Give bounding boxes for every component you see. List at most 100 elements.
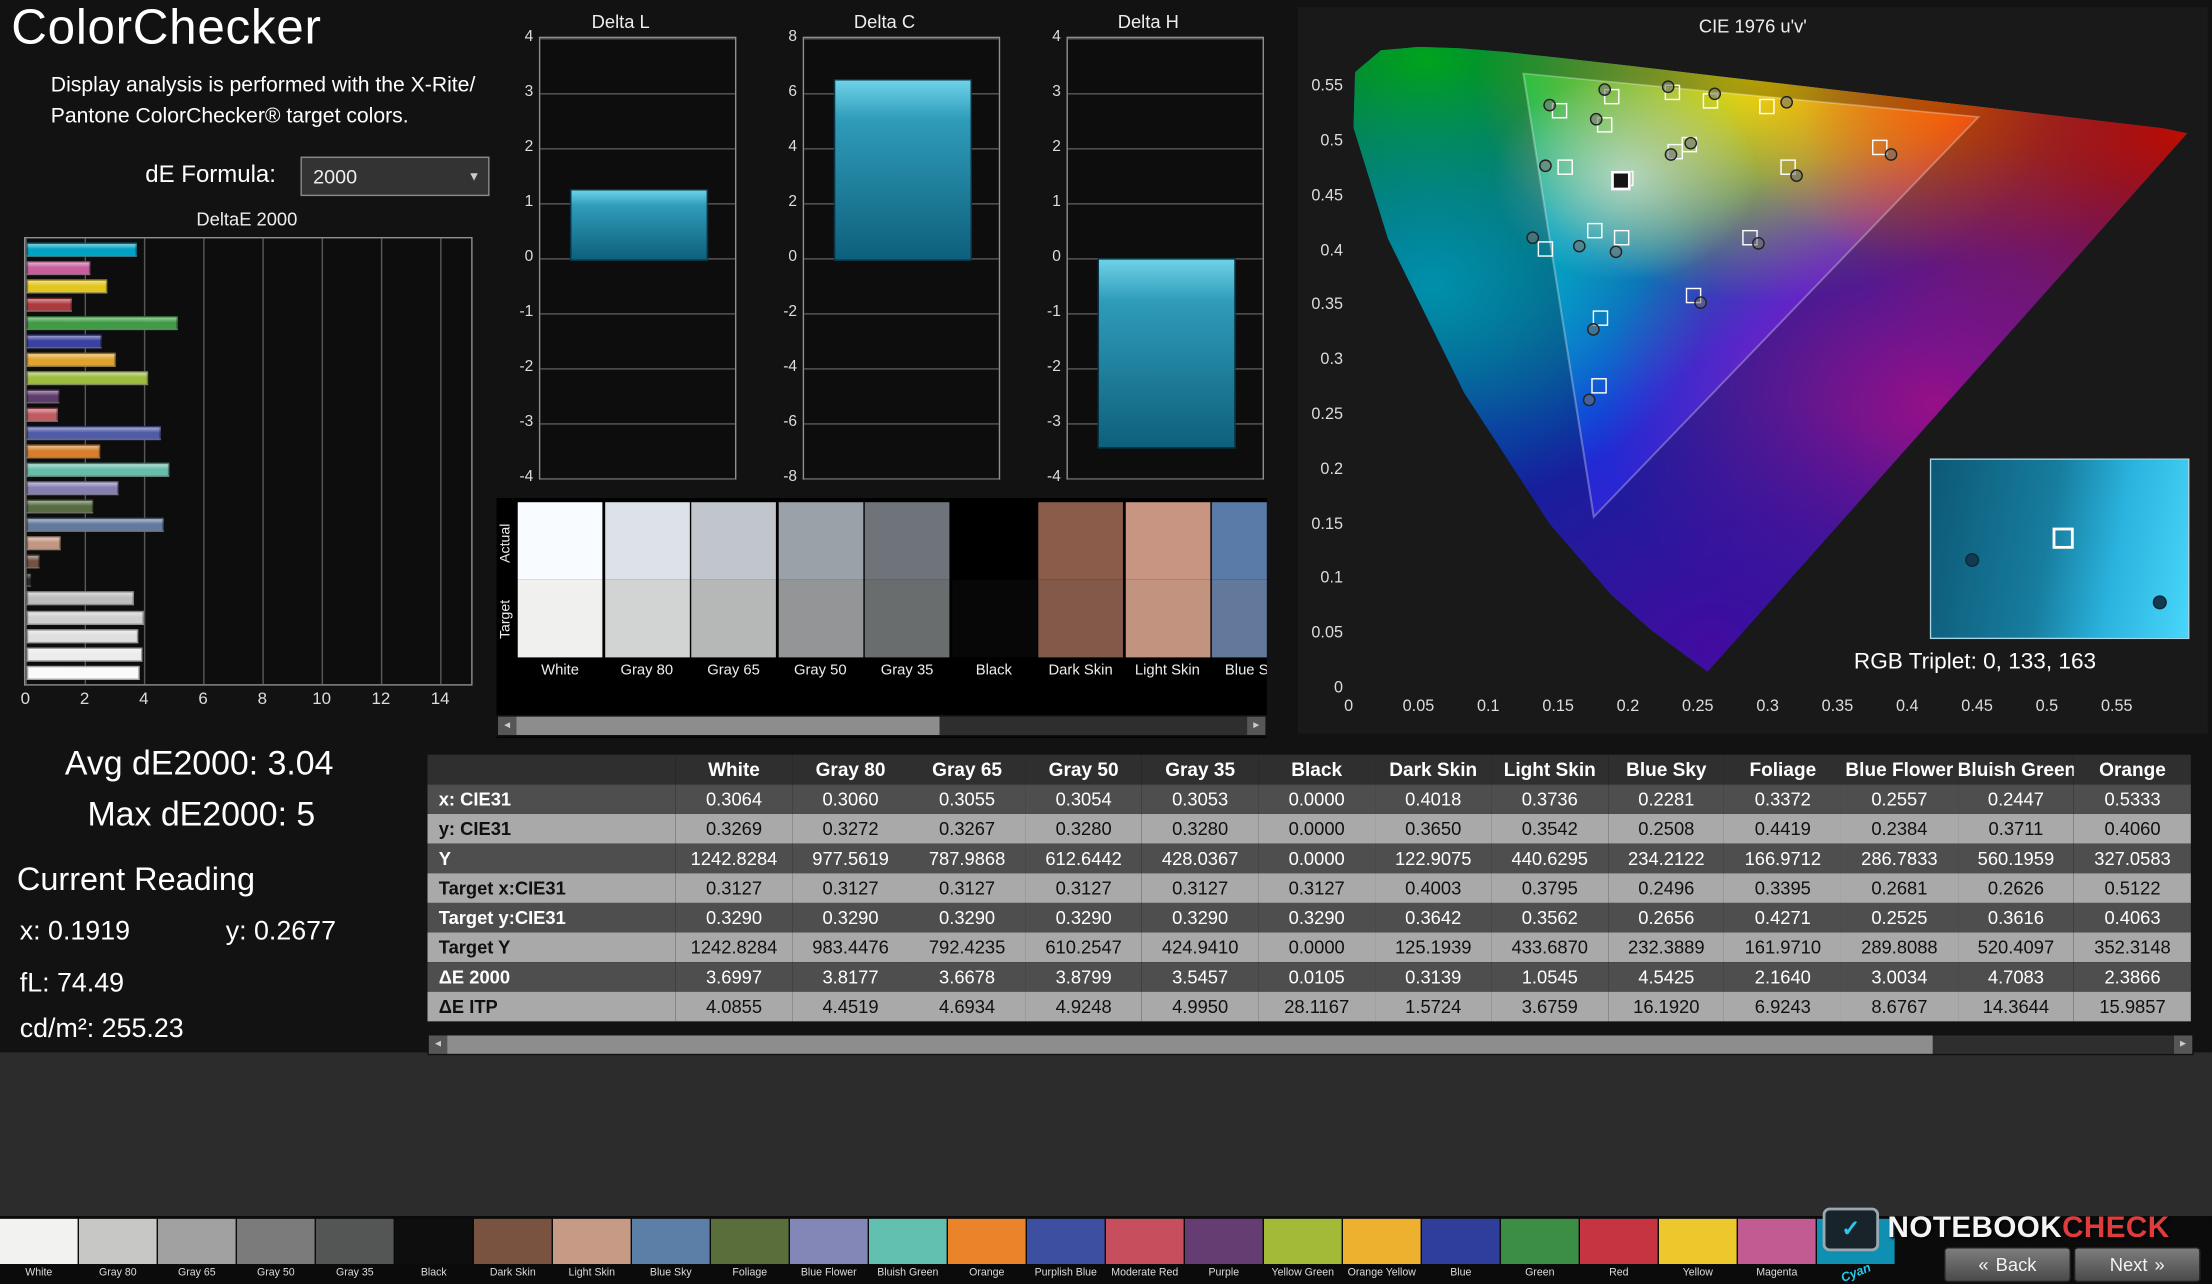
table-cell: 327.0583 bbox=[2094, 847, 2171, 869]
table-cell: 0.3290 bbox=[705, 907, 763, 929]
patch-label: Blue Flower bbox=[800, 1265, 857, 1279]
patch-white: White bbox=[0, 1218, 78, 1279]
table-cell: 0.3616 bbox=[1987, 907, 2044, 929]
patch-purple: Purple bbox=[1184, 1218, 1263, 1279]
de-formula-value: 2000 bbox=[313, 165, 358, 188]
table-cell: 122.9075 bbox=[1394, 847, 1472, 869]
x-axis-tick-label: 0.5 bbox=[2035, 698, 2059, 716]
target-marker bbox=[1759, 98, 1775, 115]
table-cell: 8.6767 bbox=[1871, 995, 1928, 1018]
patch-label: Purplish Blue bbox=[1034, 1265, 1097, 1279]
selected-target-marker bbox=[1611, 170, 1632, 191]
swatch-actual-color bbox=[1211, 502, 1267, 580]
table-cell: 0.0105 bbox=[1288, 966, 1345, 988]
inset-measurement-marker bbox=[2152, 594, 2167, 610]
gridline bbox=[540, 423, 735, 425]
deltac-bar bbox=[833, 79, 973, 261]
target-marker bbox=[1586, 222, 1603, 239]
table-cell: 0.3280 bbox=[1055, 818, 1112, 840]
table-row: Target x:CIE31 0.3127 0.3127 0.3127 0.3127 0.… bbox=[427, 873, 2191, 903]
table-cell: 440.6295 bbox=[1511, 847, 1589, 869]
next-button[interactable]: Next » bbox=[2073, 1247, 2201, 1283]
table-cell: 0.2281 bbox=[1638, 788, 1695, 810]
table-row: y: CIE31 0.3269 0.3272 0.3267 0.3280 0.3280 0.… bbox=[427, 813, 2191, 844]
table-cell: 787.9868 bbox=[928, 847, 1006, 869]
patch-purplish-blue: Purplish Blue bbox=[1026, 1218, 1105, 1279]
table-cell: 0.4419 bbox=[1754, 818, 1811, 840]
patch-label: Yellow bbox=[1682, 1265, 1713, 1279]
scrollbar-track[interactable] bbox=[447, 1035, 2174, 1054]
row-header: y: CIE31 bbox=[438, 818, 512, 840]
table-cell: 0.3290 bbox=[1055, 907, 1112, 929]
y-axis-tick-label: -1 bbox=[519, 303, 534, 321]
deltal-bar bbox=[569, 189, 709, 261]
y-axis-tick-label: 4 bbox=[788, 138, 798, 156]
scrollbar-thumb[interactable] bbox=[447, 1035, 1933, 1054]
deltae-bar-yellow-green bbox=[26, 370, 149, 385]
scrollbar-thumb[interactable] bbox=[516, 716, 941, 735]
table-cell: 0.3127 bbox=[1172, 877, 1229, 899]
table-cell: 1.0545 bbox=[1521, 966, 1578, 988]
de-formula-dropdown[interactable]: 2000 ▼ bbox=[300, 156, 490, 197]
swatch-dark-skin: Dark Skin bbox=[1038, 502, 1123, 679]
y-axis-tick-label: 0 bbox=[1333, 679, 1343, 697]
swatch-light-skin: Light Skin bbox=[1125, 502, 1210, 679]
cie-diagram-panel: CIE 1976 u'v' RGB Triplet: 0, 133, 163 0… bbox=[1297, 7, 2208, 734]
table-cell: 0.3642 bbox=[1405, 907, 1462, 929]
patch-color bbox=[157, 1218, 236, 1264]
measurement-marker bbox=[1663, 147, 1677, 161]
x-axis-tick-label: 0.2 bbox=[1616, 698, 1640, 716]
table-cell: 166.9712 bbox=[1744, 847, 1822, 869]
patch-blue-sky: Blue Sky bbox=[631, 1218, 710, 1278]
swatch-black: Black bbox=[951, 502, 1037, 679]
patch-orange-yellow: Orange Yellow bbox=[1342, 1218, 1421, 1278]
patch-color bbox=[1658, 1218, 1737, 1264]
patch-color bbox=[0, 1218, 78, 1264]
table-cell: 3.6759 bbox=[1521, 995, 1578, 1018]
patch-label: White bbox=[25, 1265, 53, 1279]
deltae-bar-blue-sky bbox=[26, 518, 165, 533]
x-axis-tick-label: 8 bbox=[257, 688, 268, 709]
patch-label: Orange bbox=[969, 1265, 1005, 1279]
rgb-triplet-readout: RGB Triplet: 0, 133, 163 bbox=[1853, 650, 2097, 675]
table-cell: 0.3127 bbox=[705, 877, 763, 899]
table-cell: 0.3127 bbox=[939, 877, 996, 899]
y-axis-tick-label: 0.1 bbox=[1320, 570, 1343, 588]
table-cell: 0.2496 bbox=[1638, 877, 1695, 899]
scroll-right-icon[interactable]: ► bbox=[2173, 1035, 2193, 1054]
table-cell: 0.2557 bbox=[1871, 788, 1928, 810]
table-cell: 0.3290 bbox=[1172, 907, 1229, 929]
y-axis-tick-label: 3 bbox=[1052, 83, 1061, 101]
table-cell: 0.3055 bbox=[939, 788, 996, 810]
y-axis-tick-label: -4 bbox=[1047, 468, 1061, 486]
target-marker bbox=[1537, 241, 1553, 258]
swatch-strip-scrollbar[interactable]: ◄ ► bbox=[496, 715, 1267, 737]
y-axis-tick-label: -8 bbox=[783, 468, 798, 486]
deltae-bar-gray-80 bbox=[26, 646, 143, 662]
patch-color bbox=[1026, 1218, 1105, 1264]
scroll-left-icon[interactable]: ◄ bbox=[497, 716, 517, 735]
scroll-left-icon[interactable]: ◄ bbox=[428, 1035, 448, 1054]
dropdown-arrow-icon[interactable]: ▼ bbox=[460, 169, 488, 183]
table-cell: 0.3542 bbox=[1521, 818, 1578, 840]
delta-l-chart: Delta L 4 3 2 1 0 -1 -2 -3 -4 bbox=[502, 8, 739, 499]
patch-color bbox=[710, 1218, 789, 1264]
scroll-right-icon[interactable]: ► bbox=[1247, 716, 1266, 735]
swatch-gray-35: Gray 35 bbox=[864, 502, 950, 679]
table-scrollbar[interactable]: ◄ ► bbox=[427, 1034, 2194, 1056]
table-cell: 6.9243 bbox=[1754, 995, 1811, 1018]
swatch-actual-color bbox=[1125, 502, 1210, 580]
gridline bbox=[1067, 38, 1263, 40]
current-y-readout: y: 0.2677 bbox=[225, 916, 336, 947]
table-cell: 0.3139 bbox=[1405, 966, 1462, 988]
table-cell: 289.8088 bbox=[1861, 936, 1938, 958]
x-axis-tick-label: 0.25 bbox=[1681, 698, 1714, 716]
gridline bbox=[1067, 203, 1263, 205]
back-button[interactable]: « Back bbox=[1943, 1247, 2071, 1283]
next-button-label: Next bbox=[2109, 1254, 2148, 1276]
y-axis-tick-label: 2 bbox=[1052, 138, 1061, 156]
patch-label: Purple bbox=[1208, 1265, 1240, 1279]
deltae-bar-gray-65 bbox=[26, 628, 139, 643]
patch-color bbox=[868, 1218, 947, 1264]
scrollbar-track[interactable] bbox=[516, 716, 1248, 735]
